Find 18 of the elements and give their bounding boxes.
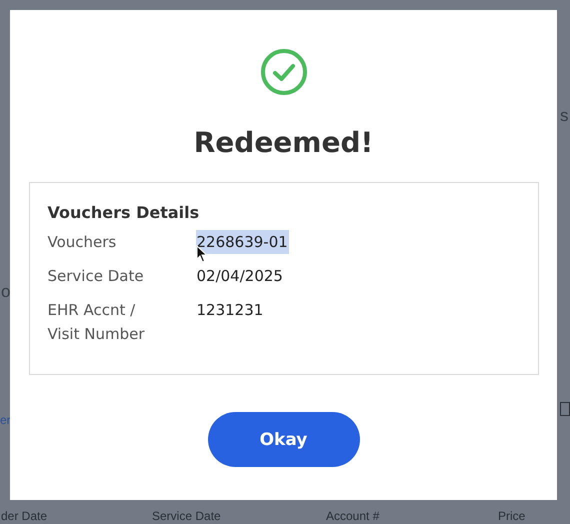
detail-value: 02/04/2025 <box>196 266 284 287</box>
background-text: o <box>1 282 10 302</box>
column-header: der Date <box>1 509 48 523</box>
detail-label: EHR Accnt / Visit Number <box>48 300 146 345</box>
column-header: Price <box>498 509 526 523</box>
success-check-icon <box>260 48 308 96</box>
detail-label: Vouchers <box>48 232 118 253</box>
column-header: Account # <box>326 509 380 523</box>
detail-label: Service Date <box>48 266 145 287</box>
detail-value: 1231231 <box>196 300 264 321</box>
background-text: s <box>560 106 568 126</box>
details-heading: Vouchers Details <box>48 203 200 222</box>
okay-button[interactable]: Okay <box>208 412 360 467</box>
detail-value: 2268639-01 <box>196 230 289 254</box>
background-text: er <box>0 413 11 427</box>
dialog-title: Redeemed! <box>194 126 374 159</box>
checkbox-icon <box>560 402 570 416</box>
column-header: Service Date <box>152 509 222 523</box>
